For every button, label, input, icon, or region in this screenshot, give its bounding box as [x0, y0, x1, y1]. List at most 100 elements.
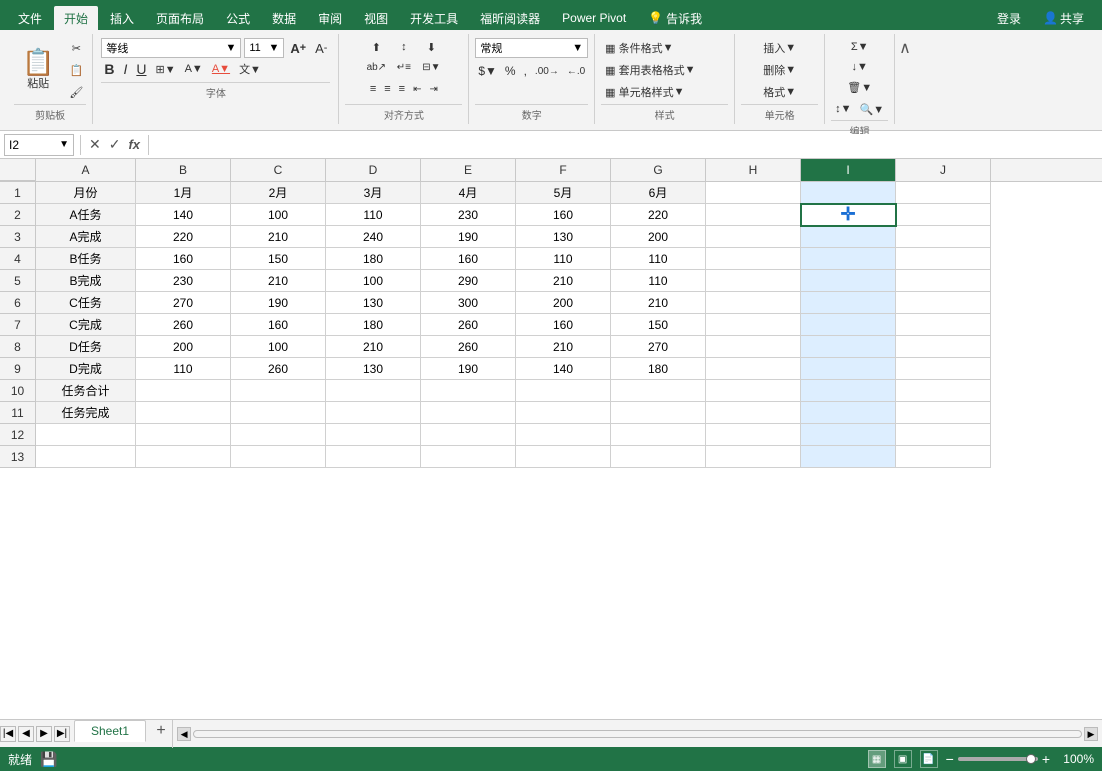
format-cells-button[interactable]: 格式▼	[741, 82, 818, 102]
cell-G6[interactable]: 210	[611, 292, 706, 314]
cell-reference-box[interactable]: I2 ▼	[4, 134, 74, 156]
cell-G12[interactable]	[611, 424, 706, 446]
sort-button[interactable]: ↕▼	[832, 100, 854, 118]
cell-I11[interactable]	[801, 402, 896, 424]
underline-button[interactable]: U	[133, 60, 149, 78]
cell-B8[interactable]: 200	[136, 336, 231, 358]
cell-I7[interactable]	[801, 314, 896, 336]
cell-D4[interactable]: 180	[326, 248, 421, 270]
delete-cells-button[interactable]: 删除▼	[741, 60, 818, 80]
cell-C4[interactable]: 150	[231, 248, 326, 270]
tab-nav-prev[interactable]: ◀	[18, 726, 34, 742]
cell-F12[interactable]	[516, 424, 611, 446]
row-header-3[interactable]: 3	[0, 226, 36, 248]
cell-E10[interactable]	[421, 380, 516, 402]
fill-button[interactable]: ↓▼	[847, 58, 871, 76]
cell-A4[interactable]: B任务	[36, 248, 136, 270]
cell-F3[interactable]: 130	[516, 226, 611, 248]
col-header-B[interactable]: B	[136, 159, 231, 181]
cell-F8[interactable]: 210	[516, 336, 611, 358]
cell-C6[interactable]: 190	[231, 292, 326, 314]
wen-button[interactable]: 文▼	[236, 60, 264, 78]
cell-A2[interactable]: A任务	[36, 204, 136, 226]
cell-C8[interactable]: 100	[231, 336, 326, 358]
cell-A9[interactable]: D完成	[36, 358, 136, 380]
h-scroll-right[interactable]: ▶	[1084, 727, 1098, 741]
cell-A5[interactable]: B完成	[36, 270, 136, 292]
cell-J5[interactable]	[896, 270, 991, 292]
font-color-button[interactable]: A▼	[209, 60, 233, 78]
cell-D10[interactable]	[326, 380, 421, 402]
col-header-I[interactable]: I	[801, 159, 896, 181]
font-name-select[interactable]: 等线 ▼	[101, 38, 241, 58]
cell-G1[interactable]: 6月	[611, 182, 706, 204]
dec-decrease-button[interactable]: ←.0	[564, 62, 588, 80]
cell-E9[interactable]: 190	[421, 358, 516, 380]
cell-F4[interactable]: 110	[516, 248, 611, 270]
cell-B1[interactable]: 1月	[136, 182, 231, 204]
menu-layout[interactable]: 页面布局	[146, 6, 214, 30]
tab-nav-first[interactable]: |◀	[0, 726, 16, 742]
h-scroll-track[interactable]	[193, 730, 1082, 738]
cell-C1[interactable]: 2月	[231, 182, 326, 204]
cell-G11[interactable]	[611, 402, 706, 424]
cell-A1[interactable]: 月份	[36, 182, 136, 204]
align-middle-button[interactable]: ↕	[391, 38, 417, 56]
cell-J7[interactable]	[896, 314, 991, 336]
row-header-4[interactable]: 4	[0, 248, 36, 270]
cell-D13[interactable]	[326, 446, 421, 468]
insert-cells-button[interactable]: 插入▼	[741, 38, 818, 58]
cell-J13[interactable]	[896, 446, 991, 468]
comma-button[interactable]: ,	[521, 62, 530, 80]
cell-style-button[interactable]: ▦ 单元格样式▼	[601, 82, 728, 102]
cell-E13[interactable]	[421, 446, 516, 468]
cell-H10[interactable]	[706, 380, 801, 402]
merge-button[interactable]: ⊟▼	[419, 58, 445, 76]
row-header-12[interactable]: 12	[0, 424, 36, 446]
sum-button[interactable]: Σ▼	[847, 38, 873, 56]
menu-home[interactable]: 开始	[54, 6, 98, 30]
cell-B10[interactable]	[136, 380, 231, 402]
cell-C11[interactable]	[231, 402, 326, 424]
cell-B4[interactable]: 160	[136, 248, 231, 270]
cell-J12[interactable]	[896, 424, 991, 446]
border-button[interactable]: ⊞▼	[152, 60, 178, 78]
zoom-thumb[interactable]	[1026, 754, 1036, 764]
cell-J1[interactable]	[896, 182, 991, 204]
currency-button[interactable]: $▼	[475, 62, 500, 80]
cell-I6[interactable]	[801, 292, 896, 314]
cell-G4[interactable]: 110	[611, 248, 706, 270]
row-header-13[interactable]: 13	[0, 446, 36, 468]
cell-F11[interactable]	[516, 402, 611, 424]
cell-D7[interactable]: 180	[326, 314, 421, 336]
cell-H5[interactable]	[706, 270, 801, 292]
cell-F2[interactable]: 160	[516, 204, 611, 226]
cell-B7[interactable]: 260	[136, 314, 231, 336]
menu-tell[interactable]: 💡 告诉我	[638, 6, 712, 30]
cell-F9[interactable]: 140	[516, 358, 611, 380]
cell-D2[interactable]: 110	[326, 204, 421, 226]
copy-button[interactable]: 📋	[66, 61, 86, 79]
cell-B2[interactable]: 140	[136, 204, 231, 226]
align-center-button[interactable]: ≡	[381, 80, 393, 98]
cell-I3[interactable]	[801, 226, 896, 248]
zoom-decrease-button[interactable]: −	[946, 751, 954, 767]
tab-nav-next[interactable]: ▶	[36, 726, 52, 742]
cell-B9[interactable]: 110	[136, 358, 231, 380]
cell-H12[interactable]	[706, 424, 801, 446]
conditional-format-button[interactable]: ▦ 条件格式▼	[601, 38, 728, 58]
cell-I1[interactable]	[801, 182, 896, 204]
view-page-button[interactable]: 📄	[920, 750, 938, 768]
col-header-J[interactable]: J	[896, 159, 991, 181]
cut-button[interactable]: ✂	[66, 39, 86, 57]
row-header-1[interactable]: 1	[0, 182, 36, 204]
col-header-A[interactable]: A	[36, 159, 136, 181]
cell-H2[interactable]	[706, 204, 801, 226]
zoom-slider[interactable]	[958, 757, 1038, 761]
table-format-button[interactable]: ▦ 套用表格格式▼	[601, 60, 728, 80]
font-grow-button[interactable]: A+	[287, 39, 309, 57]
align-top-button[interactable]: ⬆	[364, 38, 390, 56]
row-header-11[interactable]: 11	[0, 402, 36, 424]
cell-D12[interactable]	[326, 424, 421, 446]
col-header-E[interactable]: E	[421, 159, 516, 181]
